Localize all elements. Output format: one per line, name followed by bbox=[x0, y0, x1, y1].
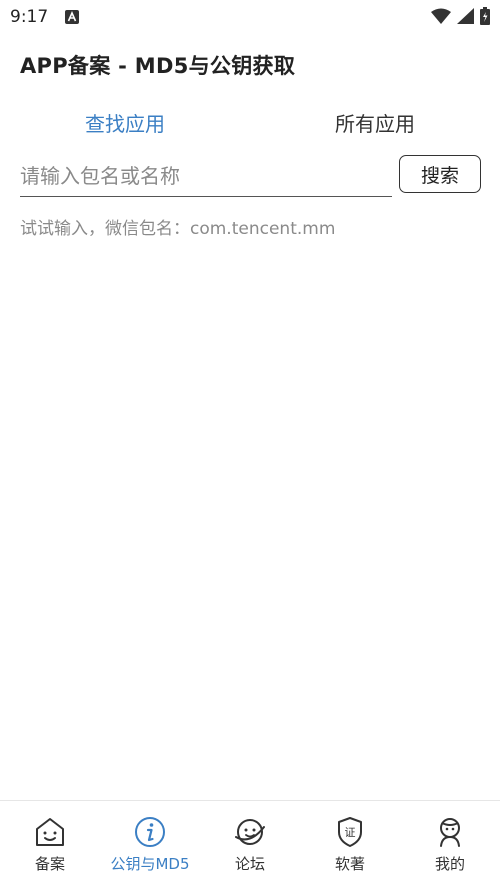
nav-item-filing[interactable]: 备案 bbox=[0, 801, 100, 888]
search-button[interactable]: 搜索 bbox=[399, 155, 481, 193]
nav-label-pubkey-md5: 公钥与MD5 bbox=[110, 855, 190, 873]
page-title: APP备案 - MD5与公钥获取 bbox=[20, 54, 296, 78]
planet-face-icon bbox=[235, 819, 265, 845]
signal-icon bbox=[457, 8, 474, 24]
info-circle-icon bbox=[135, 817, 165, 847]
tab-find-app[interactable]: 查找应用 bbox=[0, 106, 250, 142]
wifi-icon bbox=[431, 8, 451, 24]
battery-icon bbox=[480, 7, 490, 25]
status-icons bbox=[431, 7, 490, 25]
status-time: 9:17 bbox=[10, 7, 49, 27]
house-face-icon bbox=[36, 818, 64, 846]
certificate-shield-icon: 证 bbox=[338, 817, 362, 847]
nav-label-mine: 我的 bbox=[434, 855, 465, 873]
nav-label-forum: 论坛 bbox=[234, 855, 265, 873]
nav-label-copyright: 软著 bbox=[334, 855, 365, 873]
nav-label-filing: 备案 bbox=[34, 855, 65, 873]
svg-text:证: 证 bbox=[345, 826, 356, 839]
search-input[interactable] bbox=[20, 156, 392, 197]
nav-item-forum[interactable]: 论坛 bbox=[200, 801, 300, 888]
status-bar: 9:17 bbox=[0, 0, 500, 34]
tab-all-apps[interactable]: 所有应用 bbox=[250, 106, 500, 142]
nav-item-mine[interactable]: 我的 bbox=[400, 801, 500, 888]
nav-item-pubkey-md5[interactable]: 公钥与MD5 bbox=[100, 801, 200, 888]
bottom-nav: 备案 公钥与MD5 论坛 证 软著 我的 bbox=[0, 800, 500, 888]
tab-bar: 查找应用 所有应用 bbox=[0, 106, 500, 142]
person-icon bbox=[440, 818, 460, 847]
search-hint: 试试输入，微信包名：com.tencent.mm bbox=[20, 219, 336, 239]
a-icon bbox=[65, 10, 79, 24]
nav-item-copyright[interactable]: 证 软著 bbox=[300, 801, 400, 888]
